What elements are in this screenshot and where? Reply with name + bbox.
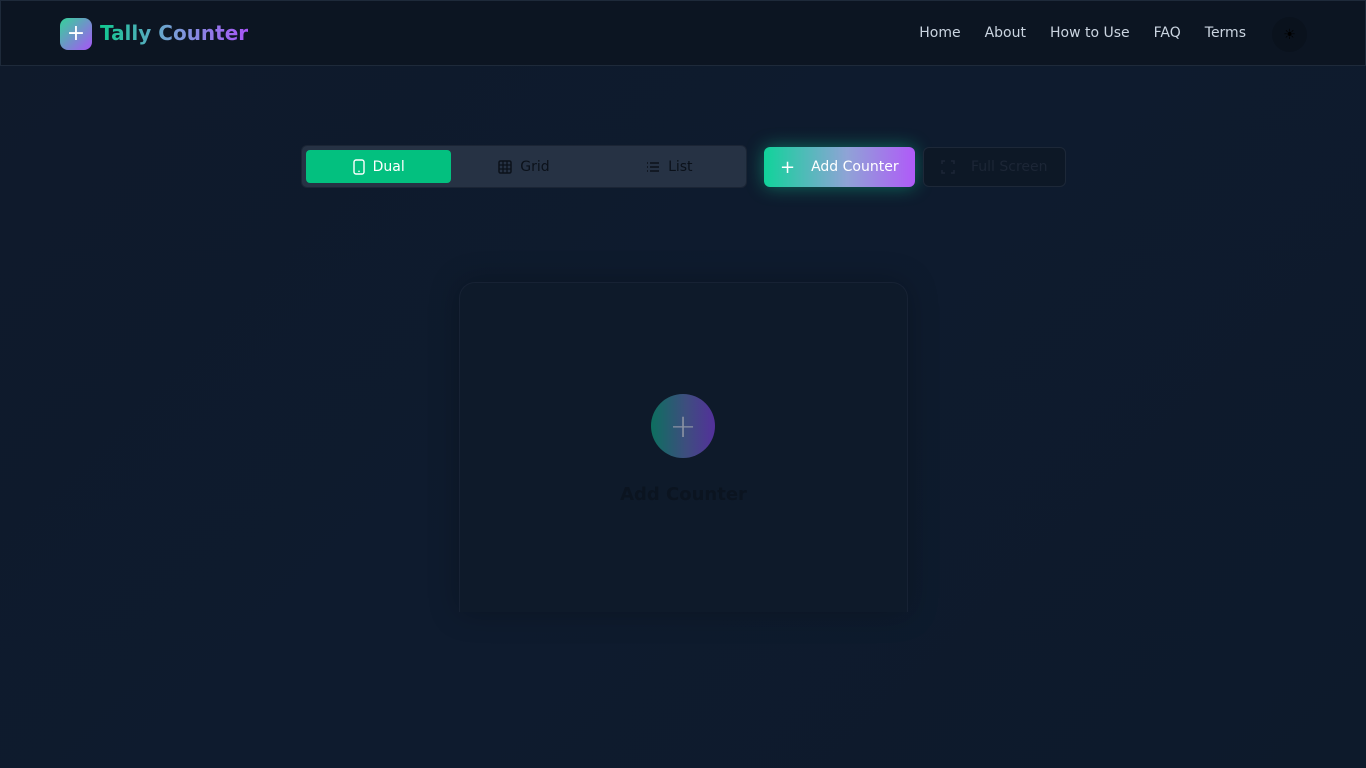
nav-about[interactable]: About: [985, 25, 1026, 41]
nav-links: Home About How to Use FAQ Terms: [919, 25, 1246, 41]
add-circle-plus-icon[interactable]: +: [651, 394, 715, 458]
mode-list-label: List: [668, 158, 693, 175]
mode-grid-button[interactable]: Grid: [451, 150, 596, 183]
add-counter-button[interactable]: + Add Counter: [764, 147, 915, 187]
add-counter-label: Add Counter: [811, 159, 899, 175]
brand-title[interactable]: Tally Counter: [100, 21, 248, 45]
phone-icon: [352, 158, 365, 175]
top-nav-bar: + Tally Counter Home About How to Use FA…: [0, 0, 1366, 66]
nav-home[interactable]: Home: [919, 25, 960, 41]
view-mode-switcher: Dual Grid List: [301, 145, 747, 188]
add-counter-card[interactable]: + Add Counter: [459, 282, 908, 612]
mode-list-button[interactable]: List: [597, 150, 742, 183]
mode-dual-label: Dual: [372, 158, 405, 175]
nav-how-to-use[interactable]: How to Use: [1050, 25, 1130, 41]
nav-terms[interactable]: Terms: [1205, 25, 1246, 41]
logo-plus-icon[interactable]: +: [60, 18, 92, 50]
nav-faq[interactable]: FAQ: [1154, 25, 1181, 41]
grid-icon: [498, 159, 513, 174]
mode-dual-button[interactable]: Dual: [306, 150, 452, 183]
full-screen-label: Full Screen: [971, 159, 1048, 175]
list-icon: [647, 161, 660, 172]
plus-icon: +: [780, 156, 796, 178]
mode-grid-label: Grid: [520, 158, 550, 175]
add-counter-card-label: Add Counter: [620, 484, 747, 505]
theme-toggle-sun-icon[interactable]: ☀: [1272, 17, 1307, 52]
fullscreen-icon: [941, 160, 955, 174]
full-screen-button[interactable]: Full Screen: [923, 147, 1066, 187]
